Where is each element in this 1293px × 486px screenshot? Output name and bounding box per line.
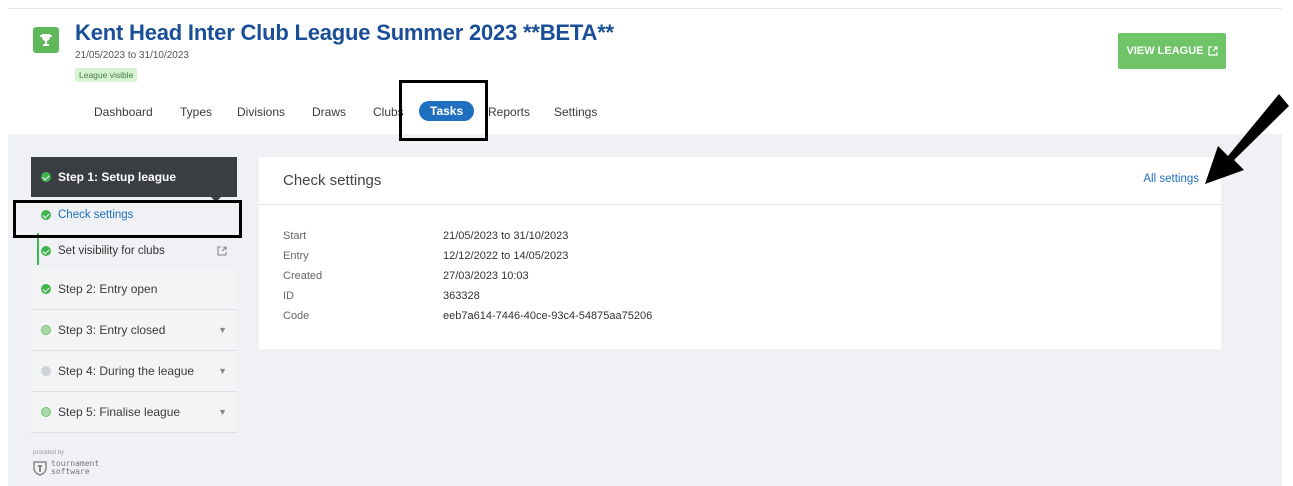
highlight-box-tasks — [399, 80, 488, 141]
step-3[interactable]: Step 3: Entry closed ▼ — [31, 310, 237, 351]
view-league-button[interactable]: VIEW LEAGUE — [1118, 33, 1226, 69]
tournament-software-logo[interactable]: tournament software — [33, 460, 99, 476]
provided-by-label: provided by — [33, 450, 65, 456]
check-icon — [41, 246, 51, 256]
check-icon — [41, 172, 51, 182]
detail-value: 21/05/2023 to 31/10/2023 — [443, 230, 569, 242]
detail-value: 12/12/2022 to 14/05/2023 — [443, 250, 569, 262]
tab-settings[interactable]: Settings — [554, 105, 597, 119]
step-1-label: Step 1: Setup league — [58, 170, 177, 184]
step-1-header[interactable]: Step 1: Setup league — [31, 157, 237, 202]
status-dot-icon — [41, 325, 51, 335]
trophy-icon — [33, 27, 59, 53]
chevron-down-icon: ▼ — [218, 366, 227, 376]
step-label: Step 2: Entry open — [58, 282, 158, 296]
step-label: Step 4: During the league — [58, 364, 195, 378]
external-link-icon — [217, 246, 227, 256]
detail-value: 27/03/2023 10:03 — [443, 270, 529, 282]
step-4[interactable]: Step 4: During the league ▼ — [31, 351, 237, 392]
tab-draws[interactable]: Draws — [312, 105, 346, 119]
step-2[interactable]: Step 2: Entry open — [31, 269, 237, 310]
detail-key: Code — [283, 310, 310, 322]
check-settings-card: Check settings All settings Start 21/05/2… — [259, 157, 1221, 349]
main-content: Step 1: Setup league Check settings Set … — [8, 134, 1282, 486]
detail-row: Entry 12/12/2022 to 14/05/2023 — [283, 250, 652, 270]
status-dot-icon — [41, 407, 51, 417]
league-dates: 21/05/2023 to 31/10/2023 — [75, 50, 189, 61]
tab-reports[interactable]: Reports — [488, 105, 530, 119]
tab-divisions[interactable]: Divisions — [237, 105, 285, 119]
status-badge: League visible — [75, 68, 138, 82]
substep-set-visibility[interactable]: Set visibility for clubs — [31, 233, 237, 269]
settings-details: Start 21/05/2023 to 31/10/2023 Entry 12/12… — [283, 230, 652, 330]
league-header: Kent Head Inter Club League Summer 2023 … — [8, 8, 1282, 134]
substep-label: Set visibility for clubs — [58, 245, 165, 257]
detail-key: Entry — [283, 250, 309, 262]
step-label: Step 5: Finalise league — [58, 405, 181, 419]
detail-row: ID 363328 — [283, 290, 652, 310]
step-label: Step 3: Entry closed — [58, 323, 166, 337]
detail-value: 363328 — [443, 290, 480, 302]
tab-types[interactable]: Types — [180, 105, 212, 119]
all-settings-link[interactable]: All settings — [1143, 173, 1199, 185]
brand-text: tournament software — [51, 460, 99, 476]
status-dot-icon — [41, 366, 51, 376]
step-5[interactable]: Step 5: Finalise league ▼ — [31, 392, 237, 433]
brand-line: software — [51, 467, 90, 476]
detail-key: Start — [283, 230, 307, 242]
detail-value: eeb7a614-7446-40ce-93c4-54875aa75206 — [443, 310, 653, 322]
shield-icon — [33, 461, 47, 476]
annotation-arrow-icon — [1205, 94, 1289, 184]
detail-key: Created — [283, 270, 323, 282]
tab-dashboard[interactable]: Dashboard — [94, 105, 153, 119]
chevron-down-icon: ▼ — [218, 407, 227, 417]
main-nav: Dashboard Types Divisions Draws Clubs Ta… — [8, 101, 708, 123]
chevron-down-icon: ▼ — [218, 325, 227, 335]
card-title: Check settings — [283, 172, 382, 189]
check-icon — [41, 284, 51, 294]
detail-row: Created 27/03/2023 10:03 — [283, 270, 652, 290]
card-header: Check settings All settings — [259, 157, 1221, 205]
highlight-box-check-settings — [13, 200, 242, 238]
task-sidebar: Step 1: Setup league Check settings Set … — [31, 157, 237, 433]
detail-row: Code eeb7a614-7446-40ce-93c4-54875aa75206 — [283, 310, 652, 330]
view-league-label: VIEW LEAGUE — [1126, 45, 1204, 57]
detail-key: ID — [283, 290, 294, 302]
external-link-icon — [1207, 46, 1218, 56]
page-title: Kent Head Inter Club League Summer 2023 … — [75, 20, 614, 45]
detail-row: Start 21/05/2023 to 31/10/2023 — [283, 230, 652, 250]
